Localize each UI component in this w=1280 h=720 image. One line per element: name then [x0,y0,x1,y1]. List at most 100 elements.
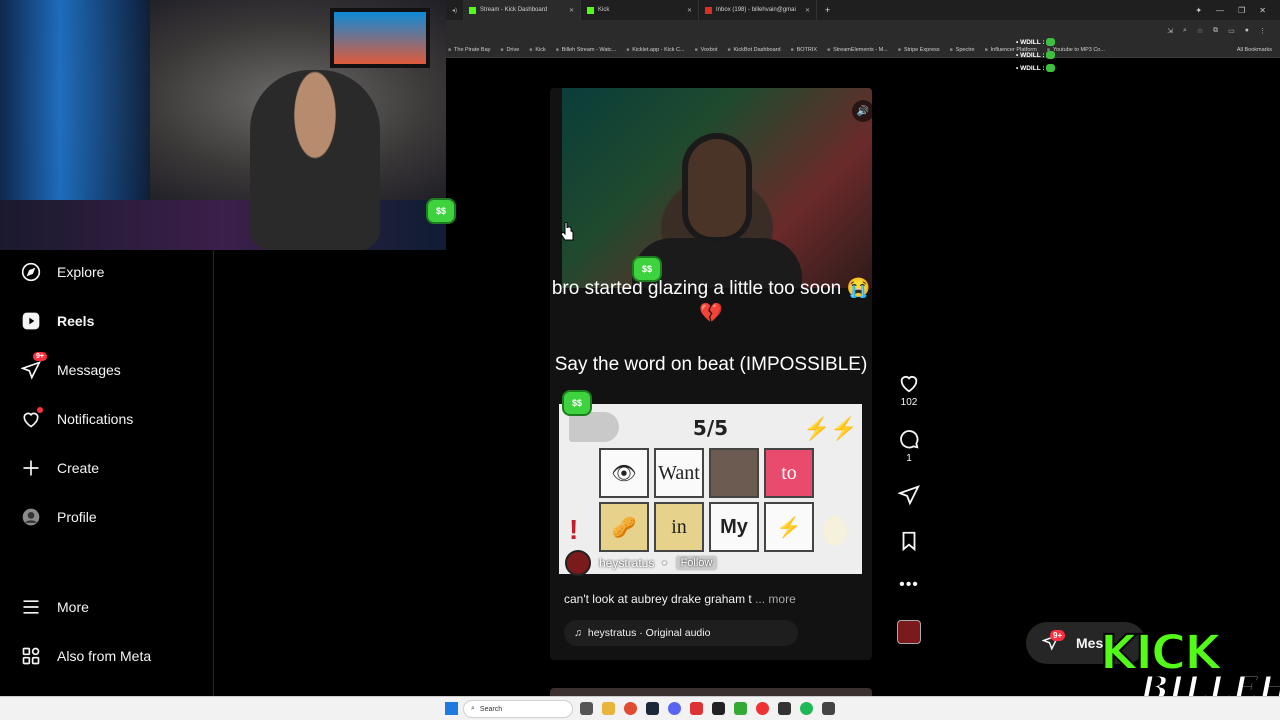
all-bookmarks-button[interactable]: All Bookmarks [1237,47,1280,53]
menu-icon[interactable]: ⋮ [1259,27,1266,35]
description-text: can't look at aubrey drake graham t [564,592,752,606]
app-icon[interactable] [712,702,725,715]
bookmark-item[interactable]: Youtube to MP3 Co... [1047,47,1105,53]
sidebar-item-more[interactable]: More [21,597,89,617]
steam-icon[interactable] [646,702,659,715]
audio-thumbnail-button[interactable] [893,620,925,644]
taskbar-search[interactable]: ⌕ Search [463,700,573,718]
save-button[interactable] [893,530,925,552]
profile-avatar-icon [21,507,41,527]
restore-icon[interactable]: ❐ [1238,6,1245,15]
bookmark-item[interactable]: Spectre [950,47,975,53]
sidebar-item-also-from-meta[interactable]: Also from Meta [21,646,151,666]
messages-badge: 9+ [1050,630,1066,641]
game-cell-my: My [709,502,759,552]
task-view-icon[interactable] [580,702,593,715]
bookmark-item[interactable]: Voxbot [695,47,718,53]
meta-grid-icon [21,646,41,666]
bookmark-item[interactable]: Kicklet.app - Kick C... [626,47,684,53]
close-window-icon[interactable]: ✕ [1259,6,1266,15]
zoom-icon[interactable]: ⌕ [1183,27,1187,35]
bookmark-item[interactable]: Billeh Stream - Watc... [556,47,617,53]
volume-icon[interactable]: 🔊 [852,100,872,122]
sidebar-item-reels[interactable]: Reels [21,311,94,331]
like-button[interactable]: 102 [893,372,925,408]
sidebar-item-profile[interactable]: Profile [21,507,97,527]
share-button[interactable] [893,484,925,506]
reels-icon [21,311,41,331]
messages-badge: 9+ [33,352,47,361]
sidebar-item-label: Explore [57,264,105,280]
profile-button-icon[interactable]: ✦ [1195,6,1202,15]
audio-thumbnail [897,620,921,644]
comment-button[interactable]: 1 [893,428,925,464]
sidebar-item-create[interactable]: Create [21,458,99,478]
more-options-button[interactable]: ••• [893,576,925,594]
browser-tab-kick[interactable]: Kick ✕ [581,0,700,20]
tab-audio-icon[interactable]: ◂) [446,7,463,14]
reel-player[interactable]: 🔊 bro started glazing a little too soon … [550,88,872,660]
extensions-icon[interactable]: ⧉ [1213,27,1218,35]
ellipsis-icon: ••• [899,576,919,593]
minimize-icon[interactable]: — [1216,6,1224,15]
tab-label: Inbox (198) - billehvain@gmai [716,7,796,13]
search-placeholder: Search [479,705,503,713]
reel-video[interactable]: 🔊 [562,88,872,288]
money-emote-icon [1046,38,1056,47]
reel-description: can't look at aubrey drake graham t ... … [564,592,796,606]
star-icon[interactable]: ☆ [1197,27,1203,35]
sidebar-item-explore[interactable]: Explore [21,262,104,282]
bookmark-item[interactable]: BOTRIX [791,47,817,53]
sidebar-item-notifications[interactable]: Notifications [21,407,133,429]
spotify-icon[interactable] [800,702,813,715]
record-icon[interactable] [756,702,769,715]
follow-button[interactable]: Follow [674,555,719,571]
account-icon[interactable]: ● [1245,27,1249,35]
kick-icon [469,6,477,14]
close-icon[interactable]: ✕ [687,7,692,14]
browser-tab-gmail[interactable]: Inbox (198) - billehvain@gmai ✕ [699,0,818,20]
money-emote-icon [1046,64,1056,73]
close-icon[interactable]: ✕ [805,7,810,14]
discord-icon[interactable] [668,702,681,715]
money-emote-icon: $$ [562,390,592,416]
nvidia-icon[interactable] [734,702,747,715]
close-icon[interactable]: ✕ [569,7,574,14]
reel-word-game: 5/5 ⚡⚡ 👁 Want to ! 🥜 in My ⚡ heystratus … [559,404,862,576]
screen: $$ ◂) Stream - Kick Dashboard ✕ Kick ✕ I… [0,0,1280,720]
chrome-icon[interactable] [624,702,637,715]
reel-author: heystratus • Follow [565,550,719,576]
sidebar-item-label: Profile [57,509,97,525]
bookmark-item[interactable]: Kick [529,47,545,53]
kick-icon [587,6,595,14]
author-avatar[interactable] [565,550,591,576]
more-link[interactable]: ... more [755,592,796,606]
money-emote-icon [1046,51,1056,60]
bookmark-item[interactable]: StreamElements - M... [827,47,888,53]
bookmark-item[interactable]: Drive [500,47,519,53]
bookmarks-bar: The Pirate Bay Drive Kick Billeh Stream - W… [446,42,1280,58]
sidebar-item-messages[interactable]: 9+ Messages [21,352,121,380]
reel-caption-top: bro started glazing a little too soon 😭💔 [551,278,871,324]
new-tab-button[interactable]: + [817,5,838,15]
author-username[interactable]: heystratus [599,556,654,570]
sidebar-item-label: Reels [57,313,95,329]
game-cell-in: in [654,502,704,552]
settings-app-icon[interactable] [822,702,835,715]
money-emote-icon: $$ [426,198,456,224]
bookmark-item[interactable]: Stripe Express [898,47,940,53]
obs-recording-icon[interactable] [690,702,703,715]
bookmark-item[interactable]: KickBot Dashboard [727,47,780,53]
sidepanel-icon[interactable]: ▭ [1228,27,1235,35]
audio-pill[interactable]: ♫ heystratus · Original audio [564,620,798,646]
heart-icon [900,376,918,393]
reel-person-head [682,133,752,243]
browser-tab-kick-dashboard[interactable]: Stream - Kick Dashboard ✕ [463,0,582,20]
windows-start-icon[interactable] [445,702,458,715]
install-icon[interactable]: ⇲ [1167,27,1173,35]
terminal-icon[interactable] [778,702,791,715]
webcam-feed [0,0,446,250]
bookmark-item[interactable]: The Pirate Bay [448,47,490,53]
game-cell-to: to [764,448,814,498]
file-explorer-icon[interactable] [602,702,615,715]
